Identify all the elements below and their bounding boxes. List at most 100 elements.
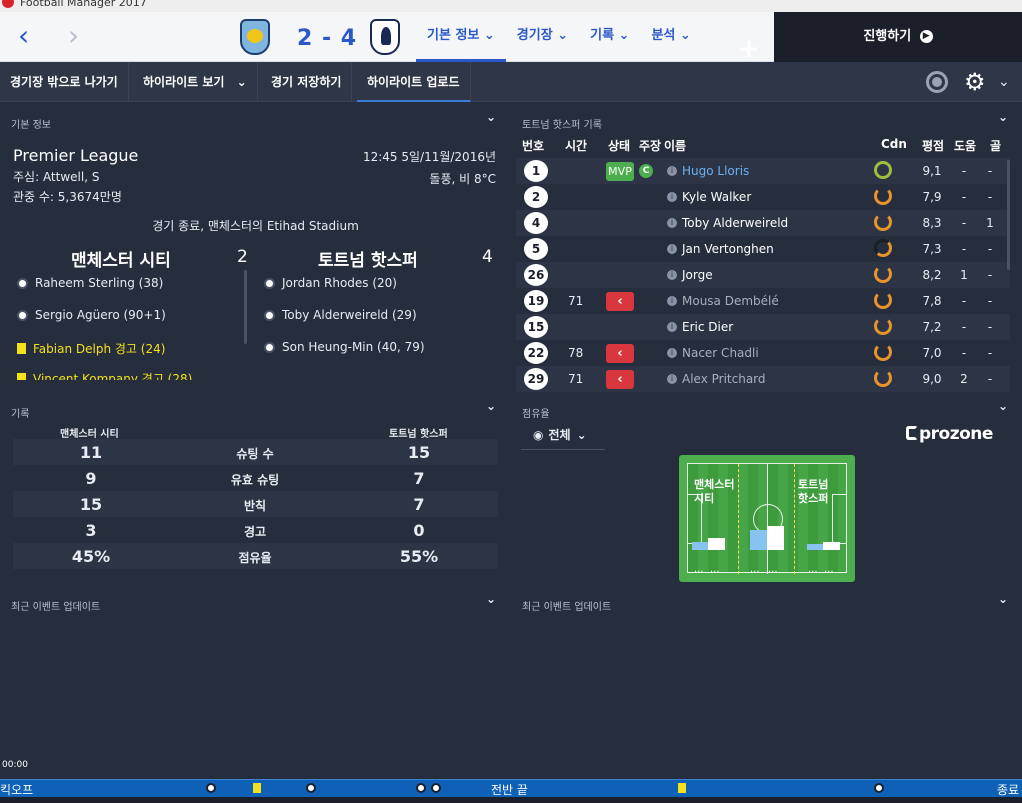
player-row[interactable]: 2 i Kyle Walker 7,9 - - <box>516 184 1010 210</box>
home-event-goal[interactable]: Sergio Agüero (90+1) <box>17 308 166 322</box>
info-icon[interactable]: i <box>667 192 677 202</box>
player-row[interactable]: 15 i Eric Dier 7,2 - - <box>516 314 1010 340</box>
player-name[interactable]: Hugo Lloris <box>682 164 749 178</box>
prozone-wordmark: prozone <box>919 424 993 444</box>
tab-stats[interactable]: 기록 ⌄ <box>579 12 640 62</box>
action-bar: 경기장 밖으로 나가기 하이라이트 보기 ⌄ 경기 저장하기 하이라이트 업로드… <box>0 62 1022 102</box>
player-row[interactable]: 19 71 ‹ i Mousa Dembélé 7,8 - - <box>516 288 1010 314</box>
match-result: 경기 종료, 맨체스터의 Etihad Stadium <box>152 219 359 233</box>
col-header-status[interactable]: 상태 <box>608 137 630 154</box>
stat-row: 15 반칙 7 <box>13 491 498 517</box>
possession-pitch[interactable]: 맨체스터 시티 토트넘 핫스퍼 ... ... ... ... ... ... <box>679 455 855 582</box>
bottom-strip <box>0 797 1022 803</box>
event-text: Sergio Agüero (90+1) <box>35 308 166 322</box>
player-row[interactable]: 26 i Jorge 8,2 1 - <box>516 262 1010 288</box>
view-highlights-button[interactable]: 하이라이트 보기 ⌄ <box>133 62 258 102</box>
home-event-yellow-card[interactable]: Fabian Delph 경고 (24) <box>17 340 165 357</box>
shirt-number: 2 <box>524 186 548 208</box>
player-row[interactable]: 22 78 ‹ i Nacer Chadli 7,0 - - <box>516 340 1010 366</box>
col-header-goals[interactable]: 골 <box>990 137 1001 154</box>
col-header-assists[interactable]: 도움 <box>954 137 976 154</box>
player-name[interactable]: Mousa Dembélé <box>682 294 779 308</box>
player-assists: 2 <box>960 372 968 386</box>
player-row[interactable]: 4 i Toby Alderweireld 8,3 - 1 <box>516 210 1010 236</box>
stats-panel-collapse-icon[interactable]: ⌄ <box>486 399 496 413</box>
players-scrollbar[interactable] <box>1007 160 1010 270</box>
tab-analysis[interactable]: 분석 ⌄ <box>640 12 701 62</box>
player-name[interactable]: Kyle Walker <box>682 190 751 204</box>
player-name[interactable]: Eric Dier <box>682 320 733 334</box>
player-name[interactable]: Jan Vertonghen <box>682 242 774 256</box>
filter-value: 전체 <box>548 428 571 442</box>
pitch-dots: ... <box>710 564 720 575</box>
match-datetime: 12:45 5일/11월/2016년 <box>362 150 496 164</box>
info-icon[interactable]: i <box>667 270 677 280</box>
info-panel-title: 기본 정보 <box>11 120 51 131</box>
possession-filter-select[interactable]: ◉ 전체 ⌄ <box>521 420 605 450</box>
back-arrow-icon[interactable]: ‹ <box>18 22 29 50</box>
player-row[interactable]: 29 71 ‹ i Alex Pritchard 9,0 2 - <box>516 366 1010 392</box>
upload-highlights-button[interactable]: 하이라이트 업로드 <box>357 62 471 102</box>
yellow-card-icon[interactable] <box>253 783 261 793</box>
away-event-goal[interactable]: Jordan Rhodes (20) <box>264 276 397 290</box>
window-titlebar: Football Manager 2017 <box>0 0 1022 12</box>
home-event-goal[interactable]: Raheem Sterling (38) <box>17 276 163 290</box>
goal-ball-icon[interactable] <box>206 783 216 793</box>
tab-pitch[interactable]: 경기장 ⌄ <box>506 12 579 62</box>
save-match-button[interactable]: 경기 저장하기 <box>261 62 353 102</box>
player-row[interactable]: 1 MVP Ci Hugo Lloris 9,1 - - <box>516 158 1010 184</box>
home-team-crest[interactable] <box>240 19 270 55</box>
recent-right-collapse-icon[interactable]: ⌄ <box>998 592 1008 606</box>
yellow-card-icon[interactable] <box>678 783 686 793</box>
gear-icon[interactable]: ⚙ <box>964 68 986 96</box>
leave-stadium-button[interactable]: 경기장 밖으로 나가기 <box>0 62 129 102</box>
player-name[interactable]: Nacer Chadli <box>682 346 759 360</box>
away-event-goal[interactable]: Son Heung-Min (40, 79) <box>264 340 425 354</box>
recent-left-collapse-icon[interactable]: ⌄ <box>486 592 496 606</box>
condition-icon <box>874 213 892 231</box>
match-score: 2 - 4 <box>297 26 358 51</box>
player-row[interactable]: 5 i Jan Vertonghen 7,3 - - <box>516 236 1010 262</box>
info-icon[interactable]: i <box>667 166 677 176</box>
info-icon[interactable]: i <box>667 322 677 332</box>
continue-button[interactable]: 진행하기 ▶ <box>774 12 1022 62</box>
col-header-rating[interactable]: 평점 <box>922 137 944 154</box>
away-team-name[interactable]: 토트넘 핫스퍼 <box>318 246 418 271</box>
col-header-num[interactable]: 번호 <box>522 137 544 154</box>
info-icon[interactable]: i <box>667 218 677 228</box>
goal-ball-icon <box>264 277 275 289</box>
chevron-down-icon[interactable]: ⌄ <box>998 74 1010 90</box>
player-name[interactable]: Toby Alderweireld <box>682 216 788 230</box>
goal-ball-icon[interactable] <box>306 783 316 793</box>
player-goals: - <box>987 242 993 256</box>
player-name[interactable]: Alex Pritchard <box>682 372 766 386</box>
pitch-dots: ... <box>694 564 704 575</box>
tab-overview[interactable]: 기본 정보 ⌄ <box>416 12 506 62</box>
away-event-goal[interactable]: Toby Alderweireld (29) <box>264 308 417 322</box>
goal-ball-icon[interactable] <box>416 783 426 793</box>
possession-bar-home <box>692 542 709 550</box>
match-timeline[interactable]: 킥오프 전반 끝 종료 <box>0 779 1022 797</box>
col-header-name[interactable]: 이름 <box>664 137 686 154</box>
info-icon[interactable]: i <box>667 374 677 384</box>
possession-panel-collapse-icon[interactable]: ⌄ <box>998 399 1008 413</box>
away-team-crest[interactable] <box>370 19 400 55</box>
goal-ball-icon[interactable] <box>874 783 884 793</box>
info-icon[interactable]: i <box>667 244 677 254</box>
home-event-yellow-card[interactable]: Vincent Kompany 경고 (28) <box>17 370 192 380</box>
col-header-cdn[interactable]: Cdn <box>881 137 907 151</box>
third-line <box>738 464 739 574</box>
info-panel-collapse-icon[interactable]: ⌄ <box>486 110 496 124</box>
stat-row: 45% 점유율 55% <box>13 543 498 569</box>
info-icon[interactable]: i <box>667 348 677 358</box>
forward-arrow-icon[interactable]: › <box>68 22 79 50</box>
goal-ball-icon[interactable] <box>431 783 441 793</box>
player-name[interactable]: Jorge <box>682 268 713 282</box>
home-events-scrollbar[interactable] <box>244 270 247 344</box>
shirt-number: 22 <box>524 342 548 364</box>
info-icon[interactable]: i <box>667 296 677 306</box>
col-header-time[interactable]: 시간 <box>565 137 587 154</box>
players-panel-collapse-icon[interactable]: ⌄ <box>998 110 1008 124</box>
col-header-captain[interactable]: 주장 <box>639 137 661 154</box>
record-icon[interactable] <box>926 71 948 93</box>
